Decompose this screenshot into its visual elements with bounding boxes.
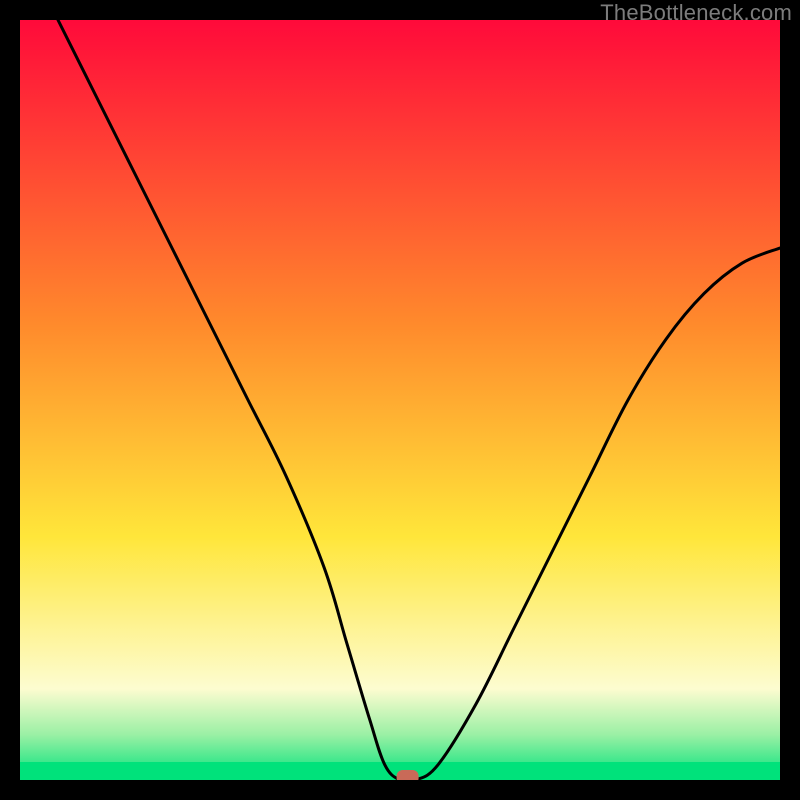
- gradient-bg: [20, 20, 780, 780]
- marker-dot: [397, 770, 419, 780]
- chart-frame: TheBottleneck.com: [0, 0, 800, 800]
- chart-svg: [20, 20, 780, 780]
- plot-area: [20, 20, 780, 780]
